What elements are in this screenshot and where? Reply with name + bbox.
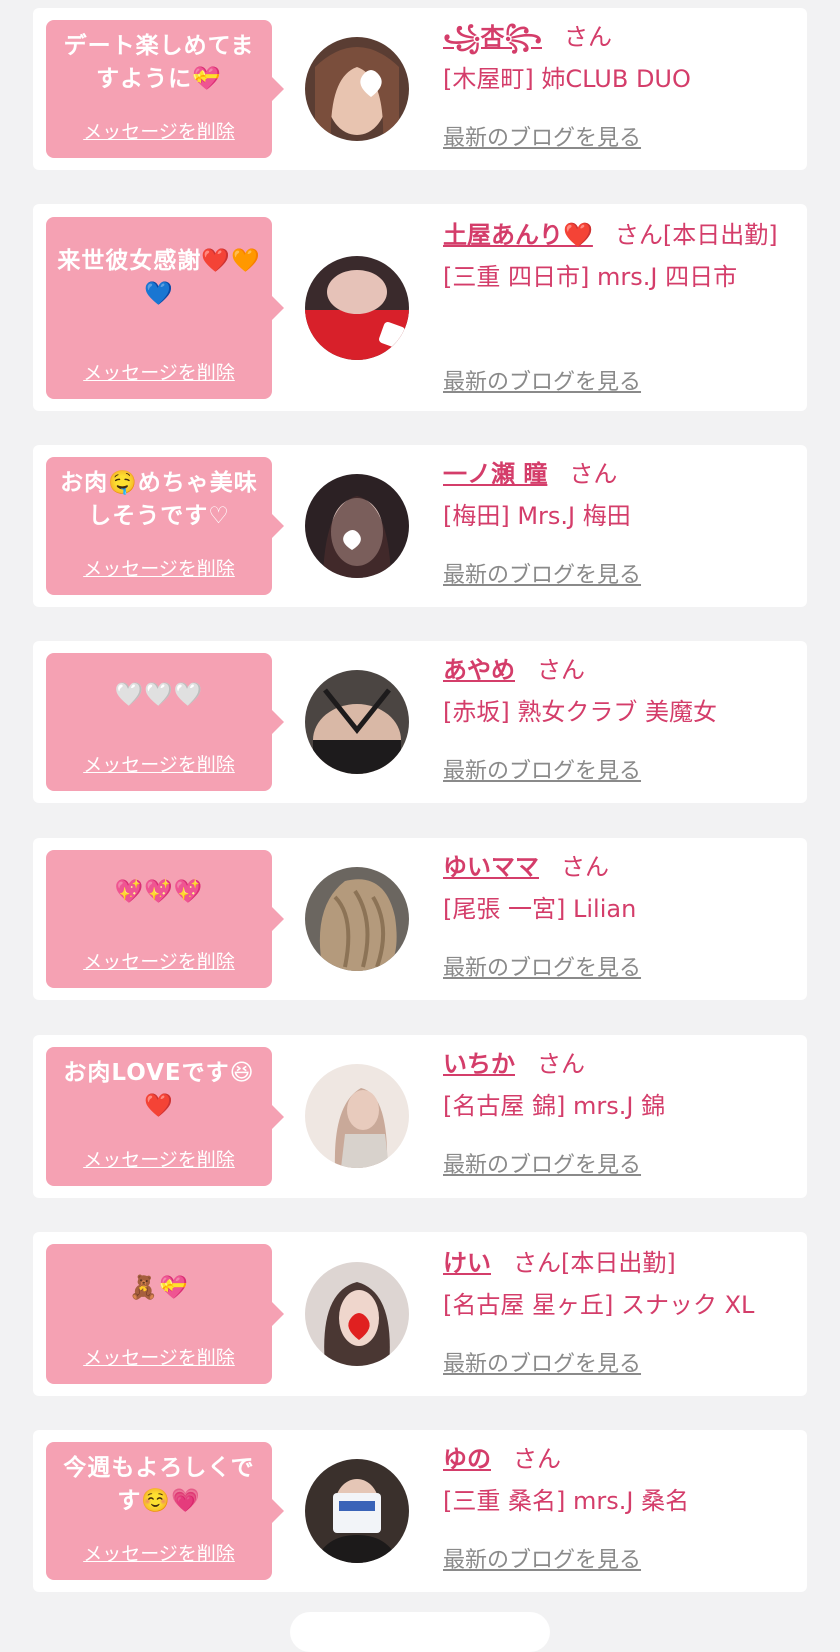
honorific: さん	[513, 1249, 561, 1277]
shop-name: [尾張 一宮] Lilian	[443, 895, 637, 923]
message-bubble: 来世彼女感謝❤️🧡💙 メッセージを削除	[46, 217, 284, 399]
delete-message-link[interactable]: メッセージを削除	[46, 1343, 272, 1370]
message-bubble: 💖💖💖 メッセージを削除	[46, 850, 284, 988]
honorific: さん	[537, 656, 585, 684]
cast-info: あやめ さん [赤坂] 熟女クラブ 美魔女	[443, 649, 793, 733]
honorific: さん	[513, 1445, 561, 1473]
view-blog-link[interactable]: 最新のブログを見る	[443, 557, 641, 589]
message-bubble: デート楽しめてますように💝 メッセージを削除	[46, 20, 284, 158]
honorific: さん	[614, 221, 663, 249]
message-text: デート楽しめてますように💝	[63, 33, 255, 92]
delete-message-link[interactable]: メッセージを削除	[46, 750, 272, 777]
shop-name: [梅田] Mrs.J 梅田	[443, 502, 631, 530]
cast-name-link[interactable]: けい	[443, 1249, 491, 1277]
avatar[interactable]	[305, 867, 409, 971]
cast-name-link[interactable]: 土屋あんり❤️	[443, 221, 593, 249]
message-bubble: 🤍🤍🤍 メッセージを削除	[46, 653, 284, 791]
cast-info: 土屋あんり❤️ さん[本日出勤] [三重 四日市] mrs.J 四日市	[443, 214, 793, 298]
avatar[interactable]	[305, 37, 409, 141]
cast-info: 一ノ瀬 瞳さん [梅田] Mrs.J 梅田	[443, 453, 793, 537]
cast-name-link[interactable]: いちか	[443, 1050, 515, 1078]
message-card: デート楽しめてますように💝 メッセージを削除 ꧁杏꧂ さん [木屋町] 姉CLUB…	[33, 8, 807, 170]
cast-name-link[interactable]: ゆの	[443, 1445, 491, 1473]
view-blog-link[interactable]: 最新のブログを見る	[443, 753, 641, 785]
message-text: 🧸💝	[129, 1275, 189, 1301]
avatar[interactable]	[305, 1064, 409, 1168]
cast-info: ꧁杏꧂ さん [木屋町] 姉CLUB DUO	[443, 16, 793, 100]
message-card: 来世彼女感謝❤️🧡💙 メッセージを削除 土屋あんり❤️ さん[本日出勤] [三重 …	[33, 204, 807, 411]
view-blog-link[interactable]: 最新のブログを見る	[443, 1346, 641, 1378]
delete-message-link[interactable]: メッセージを削除	[46, 1539, 272, 1566]
message-card: 🤍🤍🤍 メッセージを削除 あやめ さん [赤坂] 熟女クラブ 美魔女 最新のブログ…	[33, 641, 807, 803]
message-bubble: 🧸💝 メッセージを削除	[46, 1244, 284, 1384]
shop-name: [名古屋 錦] mrs.J 錦	[443, 1092, 666, 1120]
message-text: 💖💖💖	[114, 879, 204, 905]
delete-message-link[interactable]: メッセージを削除	[46, 358, 272, 385]
message-card: 💖💖💖 メッセージを削除 ゆいママ さん [尾張 一宮] Lilian 最新のブロ…	[33, 838, 807, 1000]
message-text: 今週もよろしくです☺️💗	[63, 1455, 255, 1514]
shop-name: [名古屋 星ヶ丘] スナック XL	[443, 1291, 755, 1319]
message-text: 🤍🤍🤍	[114, 682, 204, 708]
bottom-floating-bar	[290, 1612, 550, 1652]
message-card: 🧸💝 メッセージを削除 けい さん[本日出勤] [名古屋 星ヶ丘] スナック XL…	[33, 1232, 807, 1396]
message-card: お肉LOVEです😆❤️ メッセージを削除 いちか さん [名古屋 錦] mrs.J…	[33, 1035, 807, 1198]
view-blog-link[interactable]: 最新のブログを見る	[443, 364, 641, 396]
honorific: さん	[569, 460, 618, 488]
cast-name-link[interactable]: 一ノ瀬 瞳	[443, 460, 547, 488]
status-text: [本日出勤]	[561, 1249, 676, 1277]
delete-message-link[interactable]: メッセージを削除	[46, 554, 272, 581]
view-blog-link[interactable]: 最新のブログを見る	[443, 120, 641, 152]
delete-message-link[interactable]: メッセージを削除	[46, 1145, 272, 1172]
cast-info: いちか さん [名古屋 錦] mrs.J 錦	[443, 1043, 793, 1127]
shop-name: [赤坂] 熟女クラブ 美魔女	[443, 698, 717, 726]
message-text: 来世彼女感謝❤️🧡💙	[57, 248, 261, 307]
view-blog-link[interactable]: 最新のブログを見る	[443, 950, 641, 982]
cast-info: ゆいママ さん [尾張 一宮] Lilian	[443, 846, 793, 930]
message-text: お肉🤤めちゃ美味しそうです♡	[60, 470, 258, 529]
avatar[interactable]	[305, 670, 409, 774]
avatar[interactable]	[305, 474, 409, 578]
avatar[interactable]	[305, 1459, 409, 1563]
cast-info: ゆの さん [三重 桑名] mrs.J 桑名	[443, 1438, 793, 1522]
shop-name: [三重 四日市] mrs.J 四日市	[443, 263, 738, 291]
shop-name: [木屋町] 姉CLUB DUO	[443, 65, 691, 93]
delete-message-link[interactable]: メッセージを削除	[46, 117, 272, 144]
view-blog-link[interactable]: 最新のブログを見る	[443, 1542, 641, 1574]
message-bubble: 今週もよろしくです☺️💗 メッセージを削除	[46, 1442, 284, 1580]
status-text: [本日出勤]	[662, 221, 778, 249]
cast-info: けい さん[本日出勤] [名古屋 星ヶ丘] スナック XL	[443, 1242, 793, 1326]
honorific: さん	[563, 23, 612, 51]
message-card: お肉🤤めちゃ美味しそうです♡ メッセージを削除 一ノ瀬 瞳さん [梅田] Mrs…	[33, 445, 807, 607]
message-text: お肉LOVEです😆❤️	[63, 1060, 255, 1119]
message-card: 今週もよろしくです☺️💗 メッセージを削除 ゆの さん [三重 桑名] mrs.J…	[33, 1430, 807, 1592]
cast-name-link[interactable]: あやめ	[443, 656, 515, 684]
message-bubble: お肉🤤めちゃ美味しそうです♡ メッセージを削除	[46, 457, 284, 595]
shop-name: [三重 桑名] mrs.J 桑名	[443, 1487, 690, 1515]
cast-name-link[interactable]: ꧁杏꧂	[443, 23, 542, 51]
avatar[interactable]	[305, 1262, 409, 1366]
view-blog-link[interactable]: 最新のブログを見る	[443, 1147, 641, 1179]
delete-message-link[interactable]: メッセージを削除	[46, 947, 272, 974]
message-bubble: お肉LOVEです😆❤️ メッセージを削除	[46, 1047, 284, 1186]
honorific: さん	[537, 1050, 585, 1078]
avatar[interactable]	[305, 256, 409, 360]
honorific: さん	[561, 853, 609, 881]
cast-name-link[interactable]: ゆいママ	[443, 853, 539, 881]
